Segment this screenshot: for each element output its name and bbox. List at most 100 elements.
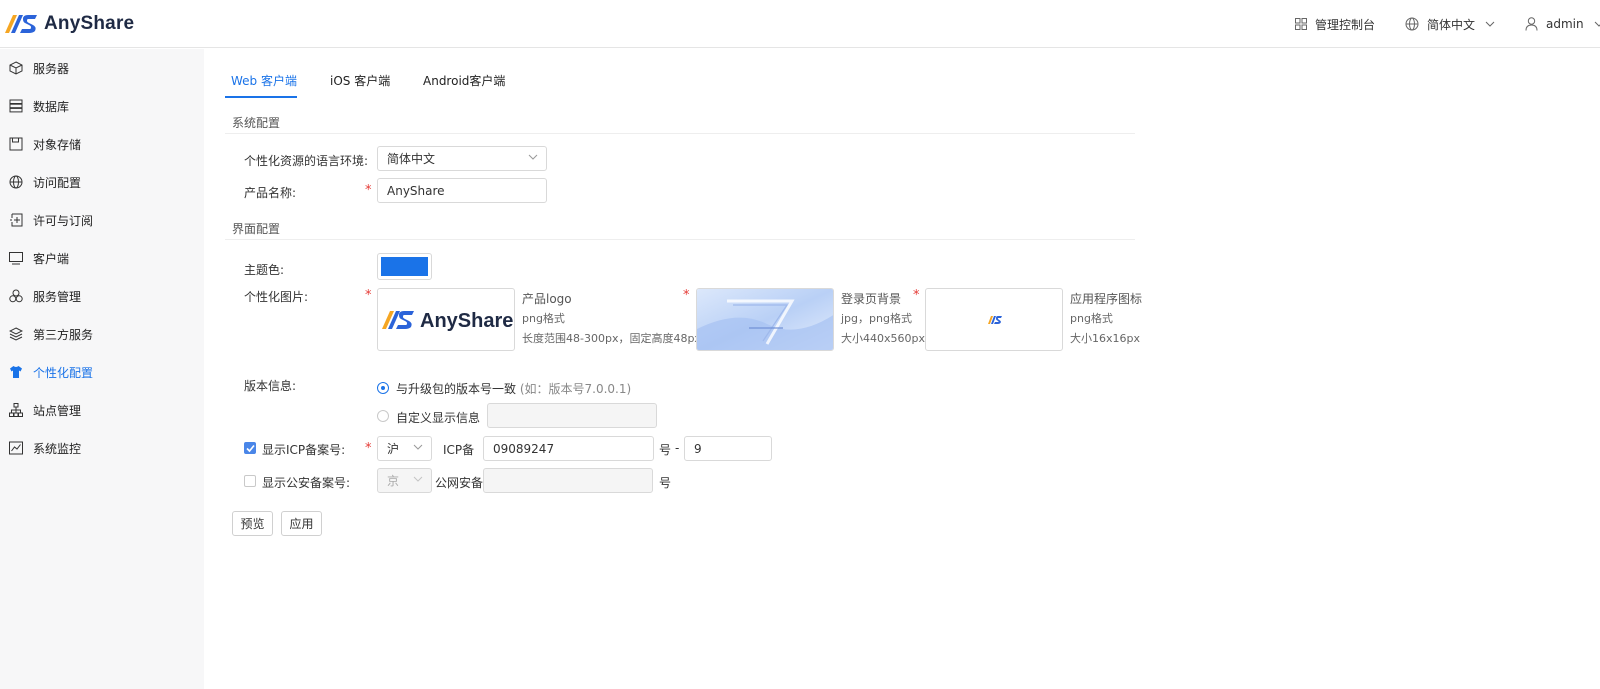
chevron-down-icon bbox=[1594, 21, 1600, 27]
sidebar-item-label: 个性化配置 bbox=[33, 365, 94, 380]
sidebar-item-label: 对象存储 bbox=[33, 137, 82, 152]
show-police-checkbox[interactable] bbox=[244, 475, 256, 487]
version-option-default-text: 与升级包的版本号一致 bbox=[396, 382, 517, 396]
sidebar-item-label: 站点管理 bbox=[33, 403, 82, 418]
section-title-ui: 界面配置 bbox=[232, 222, 281, 236]
svg-text:AnyShare: AnyShare bbox=[420, 310, 513, 332]
sidebar-item-license[interactable]: 许可与订阅 bbox=[0, 201, 204, 239]
globe-icon bbox=[1405, 17, 1419, 31]
user-menu[interactable]: admin bbox=[1525, 0, 1600, 48]
product-name-input[interactable]: AnyShare bbox=[377, 178, 547, 203]
tab-ios-client[interactable]: iOS 客户端 bbox=[330, 72, 390, 98]
license-icon bbox=[10, 213, 23, 227]
tab-web-client[interactable]: Web 客户端 bbox=[231, 72, 297, 98]
sidebar-item-database[interactable]: 数据库 bbox=[0, 87, 204, 125]
sidebar-item-client[interactable]: 客户端 bbox=[0, 239, 204, 277]
theme-color-label: 主题色: bbox=[244, 263, 285, 277]
shirt-icon bbox=[10, 366, 22, 378]
version-label: 版本信息: bbox=[244, 379, 297, 393]
sidebar-item-label: 服务器 bbox=[33, 61, 70, 76]
theme-color-fill bbox=[381, 257, 428, 276]
images-label: 个性化图片: bbox=[244, 290, 309, 304]
icp-number-value: 09089247 bbox=[493, 441, 555, 456]
sidebar-item-site-management[interactable]: 站点管理 bbox=[0, 391, 204, 429]
product-logo-upload[interactable]: AnyShare bbox=[377, 288, 515, 351]
version-option-default-label: 与升级包的版本号一致 (如：版本号7.0.0.1) bbox=[396, 380, 631, 397]
language-env-label: 个性化资源的语言环境: bbox=[244, 154, 369, 168]
show-icp-checkbox[interactable] bbox=[244, 442, 256, 454]
user-icon bbox=[1525, 17, 1538, 31]
background-image-size: 大小440x560px bbox=[841, 332, 925, 345]
icp-number-input[interactable]: 09089247 bbox=[483, 436, 654, 461]
sidebar-item-object-storage[interactable]: 对象存储 bbox=[0, 125, 204, 163]
chart-icon bbox=[9, 441, 23, 455]
console-label: 管理控制台 bbox=[1315, 17, 1376, 32]
police-region-select[interactable]: 京 bbox=[377, 468, 432, 493]
required-asterisk: * bbox=[365, 183, 372, 198]
required-asterisk: * bbox=[365, 441, 372, 456]
login-background-upload[interactable] bbox=[696, 288, 834, 351]
sidebar-item-third-party[interactable]: 第三方服务 bbox=[0, 315, 204, 353]
language-label: 简体中文 bbox=[1427, 17, 1476, 32]
version-option-custom-label: 自定义显示信息 bbox=[396, 411, 481, 425]
storage-icon bbox=[9, 137, 23, 151]
sidebar-item-personalization[interactable]: 个性化配置 bbox=[0, 353, 204, 391]
version-radio-custom[interactable] bbox=[377, 410, 389, 422]
sidebar-item-access-config[interactable]: 访问配置 bbox=[0, 163, 204, 201]
sidebar-item-monitoring[interactable]: 系统监控 bbox=[0, 429, 204, 467]
icp-dash: - bbox=[675, 441, 680, 455]
grid-icon bbox=[1295, 18, 1307, 30]
chevron-down-icon bbox=[528, 154, 538, 160]
logo-image-title: 产品logo bbox=[522, 292, 572, 306]
version-radio-default[interactable] bbox=[377, 382, 389, 394]
product-name-value: AnyShare bbox=[387, 183, 445, 198]
section-divider bbox=[225, 239, 1135, 240]
app-icon-size: 大小16x16px bbox=[1070, 332, 1140, 345]
police-prefix-label: 公网安备 bbox=[435, 476, 484, 490]
sidebar-item-label: 系统监控 bbox=[33, 441, 82, 456]
language-switcher[interactable]: 简体中文 bbox=[1405, 0, 1495, 48]
icp-sub-number-value: 9 bbox=[694, 441, 702, 456]
product-name-label: 产品名称: bbox=[244, 186, 297, 200]
app-icon-format: png格式 bbox=[1070, 312, 1113, 325]
chevron-down-icon bbox=[1485, 21, 1495, 27]
section-title-system: 系统配置 bbox=[232, 116, 281, 130]
sidebar-item-label: 数据库 bbox=[33, 99, 70, 114]
anyshare-logo-icon bbox=[5, 15, 37, 33]
theme-color-picker[interactable] bbox=[377, 253, 432, 280]
preview-button[interactable]: 预览 bbox=[232, 511, 273, 536]
chevron-down-icon bbox=[413, 476, 423, 482]
login-background-preview bbox=[697, 289, 833, 350]
app-icon-upload[interactable] bbox=[925, 288, 1063, 351]
sidebar-item-service-management[interactable]: 服务管理 bbox=[0, 277, 204, 315]
tab-label: Android客户端 bbox=[423, 74, 506, 88]
required-asterisk: * bbox=[365, 288, 372, 303]
icp-prefix-label: ICP备 bbox=[443, 443, 475, 457]
police-number-input[interactable] bbox=[483, 468, 653, 493]
required-asterisk: * bbox=[913, 288, 920, 303]
apply-button[interactable]: 应用 bbox=[281, 511, 322, 536]
tab-label: Web 客户端 bbox=[231, 74, 297, 88]
icp-suffix-label: 号 bbox=[659, 443, 672, 457]
language-env-select[interactable]: 简体中文 bbox=[377, 146, 547, 171]
username: admin bbox=[1546, 17, 1584, 31]
sidebar-item-label: 客户端 bbox=[33, 251, 70, 266]
icp-sub-number-input[interactable]: 9 bbox=[684, 436, 772, 461]
tab-label: iOS 客户端 bbox=[330, 74, 391, 88]
sidebar-item-label: 访问配置 bbox=[33, 175, 82, 190]
cube-icon bbox=[9, 61, 23, 75]
sitemap-icon bbox=[9, 403, 23, 417]
required-asterisk: * bbox=[683, 288, 690, 303]
show-police-label: 显示公安备案号: bbox=[262, 476, 351, 490]
custom-version-input[interactable] bbox=[487, 403, 657, 428]
sidebar-item-server[interactable]: 服务器 bbox=[0, 49, 204, 87]
tab-android-client[interactable]: Android客户端 bbox=[423, 72, 505, 98]
sidebar-item-label: 第三方服务 bbox=[33, 327, 94, 342]
icp-region-select[interactable]: 沪 bbox=[377, 436, 432, 461]
console-link[interactable]: 管理控制台 bbox=[1295, 0, 1375, 48]
monitor-icon bbox=[9, 252, 23, 265]
language-env-value: 简体中文 bbox=[387, 152, 436, 166]
logo-image-format: png格式 bbox=[522, 312, 565, 325]
checkmark-icon bbox=[246, 444, 255, 453]
app-icon-title: 应用程序图标 bbox=[1070, 292, 1143, 306]
